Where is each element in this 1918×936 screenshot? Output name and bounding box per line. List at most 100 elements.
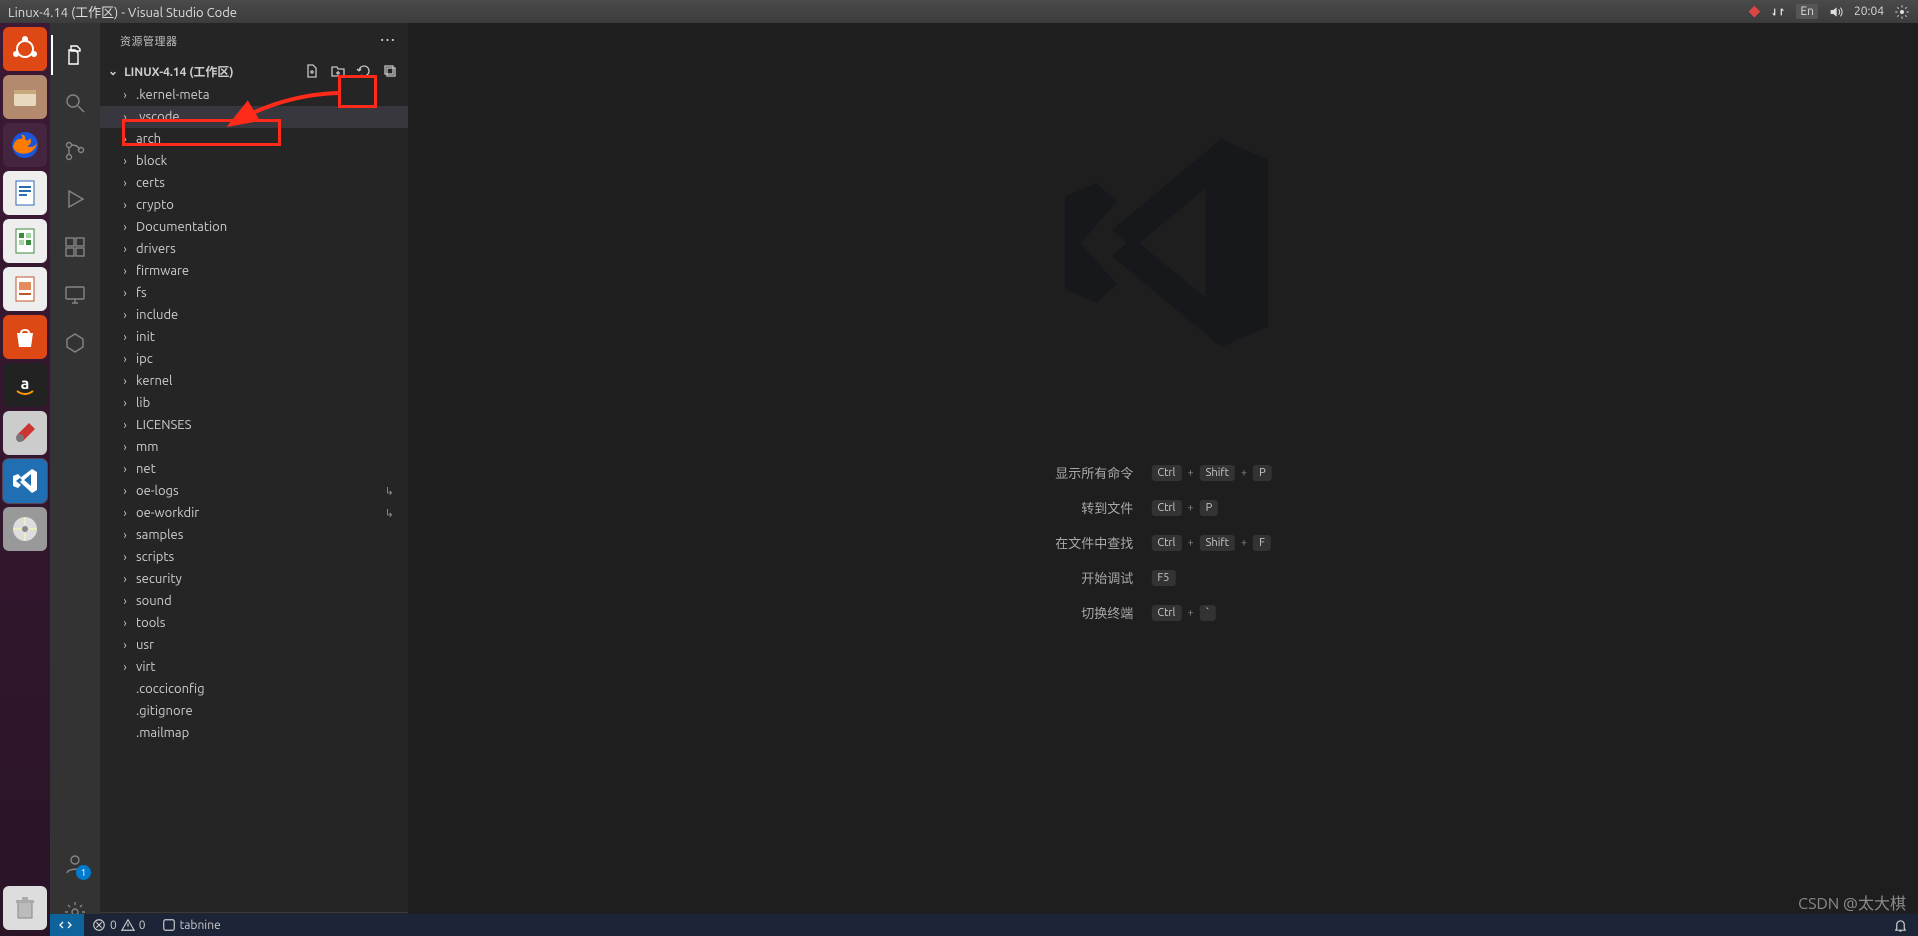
key-separator: + (1241, 467, 1247, 479)
tree-item[interactable]: ›scripts (100, 546, 408, 568)
clock[interactable]: 20:04 (1854, 5, 1884, 18)
symlink-icon: ↳ (385, 485, 394, 498)
tree-item-label: crypto (136, 198, 174, 212)
tree-item-label: lib (136, 396, 150, 410)
chevron-right-icon: › (118, 111, 132, 124)
chevron-right-icon: › (118, 265, 132, 278)
launcher-files[interactable] (3, 75, 47, 119)
tree-item[interactable]: .mailmap (100, 722, 408, 744)
launcher-amazon[interactable]: a (3, 363, 47, 407)
keyboard-key: F5 (1151, 570, 1175, 586)
tree-item[interactable]: ›.vscode (100, 106, 408, 128)
shortcut-keys: Ctrl+P (1151, 500, 1271, 516)
launcher-vscode[interactable] (3, 459, 47, 503)
shortcut-label: 转到文件 (1055, 498, 1133, 517)
shortcut-keys: Ctrl+` (1151, 605, 1271, 621)
chevron-right-icon: › (118, 661, 132, 674)
tree-item[interactable]: ›drivers (100, 238, 408, 260)
search-icon[interactable] (51, 79, 99, 127)
input-language[interactable]: En (1796, 4, 1818, 19)
tree-item-label: net (136, 462, 156, 476)
os-titlebar: Linux-4.14 (工作区) - Visual Studio Code ◆ … (0, 0, 1918, 23)
status-tabnine[interactable]: tabnine (154, 918, 229, 932)
tree-item[interactable]: ›usr (100, 634, 408, 656)
tree-item[interactable]: ›LICENSES (100, 414, 408, 436)
chevron-right-icon: › (118, 419, 132, 432)
tree-item[interactable]: ›security (100, 568, 408, 590)
tree-item[interactable]: ›ipc (100, 348, 408, 370)
chevron-right-icon: › (118, 287, 132, 300)
tree-item[interactable]: ›tools (100, 612, 408, 634)
tree-item[interactable]: ›kernel (100, 370, 408, 392)
remote-indicator[interactable] (50, 914, 84, 936)
app-indicator-icon[interactable]: ◆ (1748, 3, 1760, 20)
tree-item[interactable]: › firmware (100, 260, 408, 282)
collapse-all-icon[interactable] (378, 60, 402, 82)
remote-explorer-icon[interactable] (51, 271, 99, 319)
tree-item[interactable]: › crypto (100, 194, 408, 216)
key-separator: + (1187, 607, 1193, 619)
tree-item[interactable]: ›block (100, 150, 408, 172)
tree-item[interactable]: .gitignore (100, 700, 408, 722)
tree-item-label: oe-logs (136, 484, 179, 498)
chevron-right-icon: › (118, 375, 132, 388)
tree-item[interactable]: ›init (100, 326, 408, 348)
tree-item[interactable]: ›samples (100, 524, 408, 546)
account-icon[interactable]: 1 (51, 840, 99, 888)
tree-item[interactable]: ›mm (100, 436, 408, 458)
network-icon[interactable] (1770, 4, 1786, 20)
workspace-root[interactable]: ⌄ LINUX-4.14 (工作区) (100, 58, 408, 84)
activity-bar: 1 (50, 23, 100, 936)
refresh-icon[interactable] (352, 60, 376, 82)
system-gear-icon[interactable] (1894, 4, 1910, 20)
launcher-disc[interactable] (3, 507, 47, 551)
key-separator: + (1241, 537, 1247, 549)
launcher-trash[interactable] (3, 886, 47, 930)
launcher-dash[interactable] (3, 27, 47, 71)
launcher-calc[interactable] (3, 219, 47, 263)
tree-item[interactable]: ›certs (100, 172, 408, 194)
explorer-icon[interactable] (51, 31, 99, 79)
run-debug-icon[interactable] (51, 175, 99, 223)
launcher-firefox[interactable] (3, 123, 47, 167)
launcher-software[interactable] (3, 315, 47, 359)
explorer-sidebar: 资源管理器 ⋯ ⌄ LINUX-4.14 (工作区) ›.kernel-meta… (100, 23, 409, 936)
tree-item[interactable]: ›fs (100, 282, 408, 304)
tree-item-label: certs (136, 176, 165, 190)
tree-item[interactable]: ›Documentation (100, 216, 408, 238)
tree-item[interactable]: ›lib (100, 392, 408, 414)
launcher-settings-tool[interactable] (3, 411, 47, 455)
shortcut-keys: F5 (1151, 570, 1271, 586)
live-share-icon[interactable] (51, 319, 99, 367)
notifications-icon[interactable] (1883, 918, 1918, 933)
keyboard-key: Ctrl (1151, 535, 1181, 551)
shortcut-label: 开始调试 (1055, 568, 1133, 587)
tree-item[interactable]: › oe-logs ↳ (100, 480, 408, 502)
tree-item-label: firmware (136, 264, 189, 278)
chevron-right-icon: › (118, 199, 132, 212)
tree-item[interactable]: .cocciconfig (100, 678, 408, 700)
launcher-writer[interactable] (3, 171, 47, 215)
volume-icon[interactable] (1828, 4, 1844, 20)
tree-item[interactable]: ›.kernel-meta (100, 84, 408, 106)
source-control-icon[interactable] (51, 127, 99, 175)
chevron-right-icon: › (118, 353, 132, 366)
tree-item[interactable]: ›include (100, 304, 408, 326)
chevron-right-icon: › (118, 507, 132, 520)
chevron-right-icon: › (118, 529, 132, 542)
launcher-impress[interactable] (3, 267, 47, 311)
tree-item[interactable]: ›sound (100, 590, 408, 612)
chevron-right-icon: › (118, 485, 132, 498)
tree-item[interactable]: ›oe-workdir↳ (100, 502, 408, 524)
extensions-icon[interactable] (51, 223, 99, 271)
tree-item-label: security (136, 572, 182, 586)
keyboard-key: Shift (1200, 465, 1235, 481)
shortcut-label: 在文件中查找 (1055, 533, 1133, 552)
tree-item[interactable]: ›arch (100, 128, 408, 150)
tree-item[interactable]: ›virt (100, 656, 408, 678)
sidebar-more-icon[interactable]: ⋯ (379, 33, 396, 49)
new-file-icon[interactable] (300, 60, 324, 82)
new-folder-icon[interactable] (326, 60, 350, 82)
tree-item[interactable]: ›net (100, 458, 408, 480)
status-problems[interactable]: 0 0 (84, 918, 154, 932)
